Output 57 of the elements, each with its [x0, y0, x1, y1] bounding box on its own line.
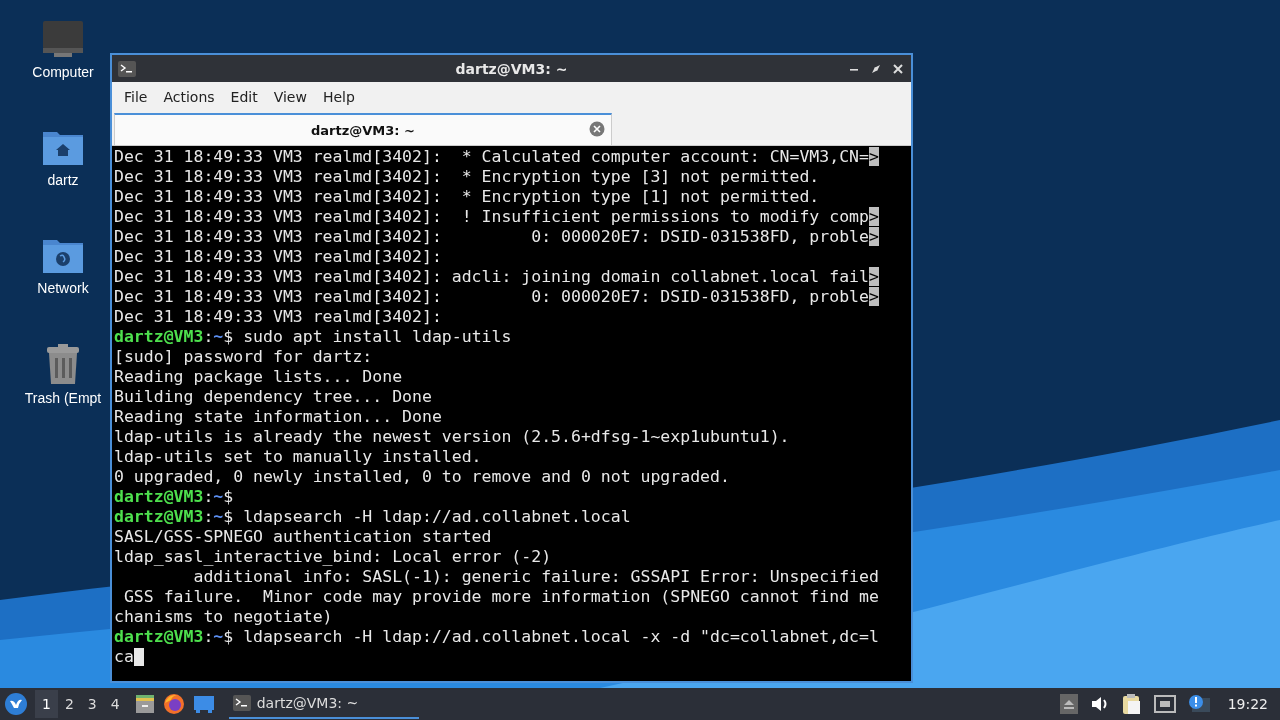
- clock[interactable]: 19:22: [1227, 696, 1268, 712]
- terminal-icon: [118, 60, 136, 77]
- terminal-line: Reading state information... Done: [114, 407, 442, 427]
- menu-item[interactable]: Help: [314, 85, 363, 109]
- terminal-line: Dec 31 18:49:33 VM3 realmd[3402]: adcli: joining domain collabnet.local fail>: [114, 267, 879, 287]
- terminal-line: additional info: SASL(-1): generic failure: GSSAPI Error: Unspecified: [192, 567, 879, 587]
- network-icon[interactable]: [1153, 695, 1176, 713]
- desktop-icon-label[interactable]: Computer: [32, 64, 94, 80]
- terminal-line: ldap_sasl_interactive_bind: Local error (-2): [114, 547, 552, 567]
- close-icon[interactable]: [589, 121, 605, 137]
- desktop-icon-label[interactable]: dartz: [47, 172, 79, 188]
- terminal-line: Dec 31 18:49:33 VM3 realmd[3402]:: [114, 307, 442, 327]
- clipboard-icon[interactable]: [1121, 693, 1142, 715]
- workspace-button[interactable]: 4: [103, 690, 127, 718]
- notification-icon[interactable]: [1187, 694, 1210, 714]
- terminal-line: dartz@VM3:~$: [114, 487, 234, 507]
- tab[interactable]: dartz@VM3: ~: [114, 113, 612, 145]
- terminal-line: dartz@VM3:~$ sudo apt install ldap-utils: [114, 327, 512, 347]
- workspace-button[interactable]: 3: [80, 690, 104, 718]
- menu-item[interactable]: File: [116, 85, 156, 109]
- desktop-icon-label[interactable]: Network: [37, 280, 89, 296]
- trash-icon[interactable]: [45, 344, 81, 384]
- terminal-line: [sudo] password for dartz:: [114, 347, 373, 367]
- start-menu-icon[interactable]: [5, 693, 27, 715]
- terminal-line: Dec 31 18:49:33 VM3 realmd[3402]: * Encryption type [3] not permitted.: [114, 167, 820, 187]
- monitor-icon[interactable]: [42, 20, 84, 58]
- close-icon[interactable]: [893, 63, 903, 74]
- terminal-icon: [232, 695, 251, 711]
- terminal-line: Dec 31 18:49:33 VM3 realmd[3402]:: [114, 247, 442, 267]
- terminal-line: chanisms to negotiate): [114, 607, 333, 627]
- workspace-button[interactable]: 2: [57, 690, 81, 718]
- window-title: dartz@VM3: ~: [455, 60, 568, 77]
- desktop-icon-label[interactable]: Trash (Empt: [24, 390, 102, 406]
- menu-item[interactable]: Actions: [155, 85, 223, 109]
- terminal-line: Dec 31 18:49:33 VM3 realmd[3402]: 0: 000020E7: DSID-031538FD, proble>: [114, 287, 879, 307]
- terminal-line: ldap-utils is already the newest version (2.5.6+dfsg-1~exp1ubuntu1).: [114, 427, 790, 447]
- terminal-line: 0 upgraded, 0 newly installed, 0 to remove and 0 not upgraded.: [114, 467, 730, 487]
- terminal-line: Dec 31 18:49:33 VM3 realmd[3402]: ! Insufficient permissions to modify comp>: [114, 207, 879, 227]
- terminal-line: Dec 31 18:49:33 VM3 realmd[3402]: * Encryption type [1] not permitted.: [114, 187, 820, 207]
- terminal-line: GSS failure. Minor code may provide more information (SPNEGO cannot find me: [122, 587, 879, 607]
- browser-icon[interactable]: [162, 693, 185, 715]
- eject-icon[interactable]: [1059, 694, 1078, 714]
- terminal-line: ca: [114, 647, 144, 667]
- menu-item[interactable]: View: [265, 85, 315, 109]
- terminal-line: ldap-utils set to manually installed.: [114, 447, 482, 467]
- taskbar-window-button[interactable]: dartz@VM3: ~: [228, 689, 419, 719]
- restore-icon[interactable]: [871, 63, 881, 74]
- terminal-line: Dec 31 18:49:33 VM3 realmd[3402]: 0: 000020E7: DSID-031538FD, proble>: [114, 227, 879, 247]
- terminal-line: dartz@VM3:~$ ldapsearch -H ldap://ad.collabnet.local: [114, 507, 631, 527]
- desktop-icon[interactable]: [192, 694, 215, 714]
- terminal-line: dartz@VM3:~$ ldapsearch -H ldap://ad.collabnet.local -x -d "dc=collabnet,dc=l: [114, 627, 879, 647]
- menu-item[interactable]: Edit: [222, 85, 266, 109]
- terminal-line: SASL/GSS-SPNEGO authentication started: [114, 527, 492, 547]
- terminal-line: Reading package lists... Done: [114, 367, 403, 387]
- file-cabinet-icon[interactable]: [134, 694, 155, 714]
- workspace-button[interactable]: 1: [35, 690, 58, 718]
- terminal-line: Building dependency tree... Done: [114, 387, 432, 407]
